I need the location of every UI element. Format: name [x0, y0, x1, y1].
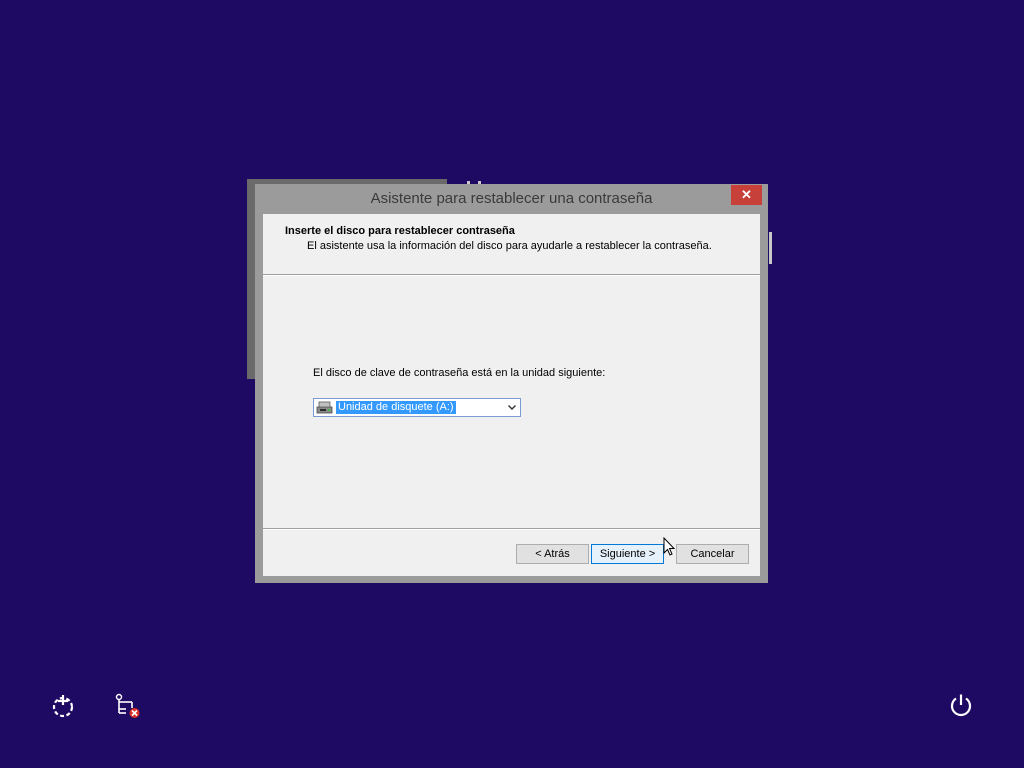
password-reset-wizard-dialog: Asistente para restablecer una contraseñ…: [255, 184, 768, 583]
close-icon: ✕: [741, 187, 752, 202]
login-screen: Asistente para restablecer una contraseñ…: [0, 0, 1024, 768]
back-button[interactable]: < Atrás: [516, 544, 589, 564]
mouse-cursor-icon: [663, 537, 676, 556]
wizard-step-title: Inserte el disco para restablecer contra…: [285, 225, 515, 237]
wizard-step-subtitle: El asistente usa la información del disc…: [307, 240, 712, 252]
ease-of-access-icon[interactable]: [50, 693, 76, 719]
drive-selected-value: Unidad de disquete (A:): [335, 400, 457, 415]
network-disconnected-icon[interactable]: [115, 693, 141, 719]
drive-label: El disco de clave de contraseña está en …: [313, 367, 606, 379]
cancel-button[interactable]: Cancelar: [676, 544, 749, 564]
header-divider: [263, 275, 760, 276]
background-window-fragment: [769, 232, 772, 264]
drive-dropdown[interactable]: Unidad de disquete (A:): [313, 398, 521, 417]
power-icon[interactable]: [948, 692, 974, 718]
dialog-title: Asistente para restablecer una contraseñ…: [370, 190, 653, 207]
wizard-header: Inserte el disco para restablecer contra…: [263, 214, 760, 275]
dialog-client-area: Inserte el disco para restablecer contra…: [263, 214, 760, 576]
floppy-drive-icon: [316, 401, 333, 414]
footer-divider-highlight: [263, 529, 760, 530]
chevron-down-icon[interactable]: [507, 401, 517, 414]
next-button[interactable]: Siguiente >: [591, 544, 664, 564]
dialog-titlebar[interactable]: Asistente para restablecer una contraseñ…: [255, 184, 768, 214]
close-button[interactable]: ✕: [731, 185, 762, 205]
